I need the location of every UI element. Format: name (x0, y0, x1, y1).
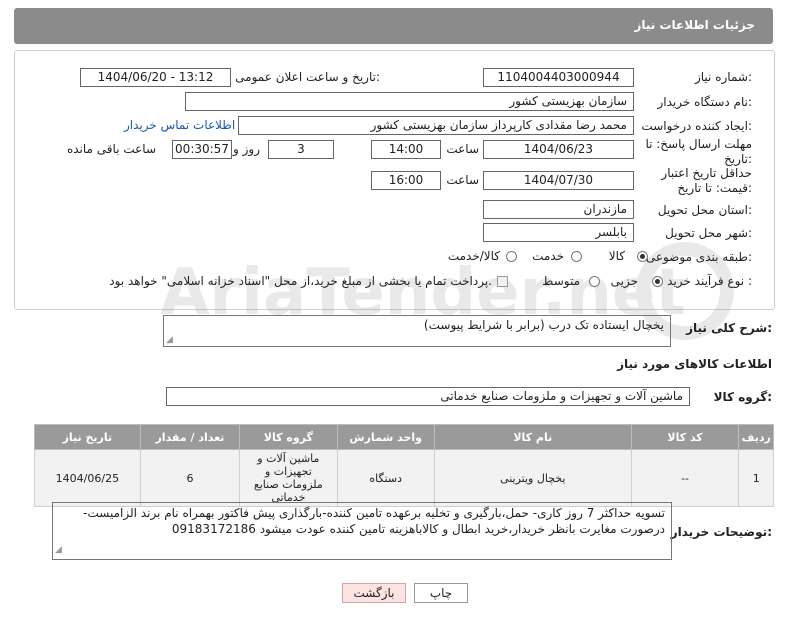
resize-handle-icon: ◢ (166, 335, 173, 345)
reply-time-field: 14:00 (371, 140, 441, 159)
need-number-label: شماره نیاز: (694, 70, 752, 84)
days-field: 3 (268, 140, 334, 159)
col-unit: واحد شمارش (336, 424, 435, 450)
days-label: روز و (233, 142, 260, 156)
price-time-field: 16:00 (371, 171, 441, 190)
need-number-field: 1104004403000944 (483, 68, 634, 87)
reply-date-field: 1404/06/23 (483, 140, 634, 159)
table-row: 1 -- یخچال ویترینی دستگاه ماشین آلات و ت… (34, 449, 774, 507)
category-radio-service[interactable] (571, 251, 582, 262)
buyer-org-label: نام دستگاه خریدار: (657, 95, 753, 109)
cell-code: -- (630, 449, 740, 507)
buyer-notes-label: توضیحات خریدار: (670, 525, 772, 539)
treasury-payment-note: پرداخت تمام یا بخشی از مبلغ خرید،از محل … (109, 274, 492, 288)
process-radio-medium[interactable] (589, 276, 600, 287)
category-option-goods-service: کالا/خدمت (447, 249, 500, 263)
summary-field: یخچال ایستاده تک درب (برابر با شرایط پیو… (163, 315, 671, 347)
announce-label: تاریخ و ساعت اعلان عمومی: (235, 70, 380, 84)
process-radio-small[interactable] (652, 276, 663, 287)
goods-group-field: ماشین آلات و تجهیزات و ملزومات صنایع خدم… (166, 387, 690, 406)
buyer-notes-text: تسویه حداکثر 7 روز کاری- حمل،بارگیری و ت… (83, 506, 665, 536)
page-header: جزئیات اطلاعات نیاز (14, 8, 773, 44)
col-qty: تعداد / مقدار (139, 424, 241, 450)
province-label: استان محل تحویل: (657, 203, 752, 217)
category-radio-goods-service[interactable] (506, 251, 517, 262)
price-date-field: 1404/07/30 (483, 171, 634, 190)
cell-name: یخچال ویترینی (433, 449, 632, 507)
table-header-row: ردیف کد کالا نام کالا واحد شمارش گروه کا… (34, 424, 774, 450)
col-code: کد کالا (630, 424, 740, 450)
reply-deadline-label: مهلت ارسال پاسخ: تا تاریخ: (645, 137, 752, 166)
price-deadline-label: حداقل تاریخ اعتبار قیمت: تا تاریخ: (661, 166, 752, 195)
buyer-notes-field: تسویه حداکثر 7 روز کاری- حمل،بارگیری و ت… (52, 502, 672, 560)
cell-date: 1404/06/25 (34, 449, 141, 507)
col-name: نام کالا (433, 424, 632, 450)
summary-label: شرح کلی نیاز: (686, 321, 772, 335)
price-time-label: ساعت (446, 173, 479, 187)
goods-info-title: اطلاعات کالاهای مورد نیاز (617, 357, 772, 371)
category-radio-goods[interactable] (637, 251, 648, 262)
buyer-contact-link[interactable]: اطلاعات تماس خریدار (124, 118, 235, 132)
print-button[interactable]: چاپ (414, 583, 468, 603)
col-date: تاریخ نیاز (34, 424, 141, 450)
page-title: جزئیات اطلاعات نیاز (634, 18, 755, 32)
category-option-service: خدمت (532, 249, 564, 263)
cell-row: 1 (738, 449, 774, 507)
back-button[interactable]: بازگشت (342, 583, 406, 603)
category-option-goods: کالا (608, 249, 625, 263)
summary-text: یخچال ایستاده تک درب (برابر با شرایط پیو… (423, 318, 664, 332)
city-label: شهر محل تحویل: (665, 226, 752, 240)
remaining-label: ساعت باقی مانده (66, 142, 156, 156)
creator-label: ایجاد کننده درخواست: (641, 119, 752, 133)
process-label: نوع فرآیند خرید : (667, 274, 752, 288)
col-row: ردیف (738, 424, 774, 450)
province-field: مازندران (483, 200, 634, 219)
remaining-time-field: 00:30:57 (172, 140, 232, 159)
process-option-medium: متوسط (542, 274, 580, 288)
col-group: گروه کالا (239, 424, 338, 450)
announce-field: 1404/06/20 - 13:12 (80, 68, 231, 87)
treasury-payment-checkbox[interactable] (497, 276, 508, 287)
category-label: طبقه بندی موضوعی: (645, 250, 752, 264)
cell-qty: 6 (139, 449, 241, 507)
creator-field: محمد رضا مقدادی کارپرداز سازمان بهزیستی … (238, 116, 634, 135)
cell-group: ماشین آلات و تجهیزات و ملزومات صنایع خدم… (239, 449, 338, 507)
cell-unit: دستگاه (336, 449, 435, 507)
goods-group-label: گروه کالا: (713, 390, 772, 404)
process-option-small: جزیی (610, 274, 638, 288)
buyer-org-field: سازمان بهزیستی کشور (185, 92, 634, 111)
city-field: بابلسر (483, 223, 634, 242)
resize-handle-icon: ◢ (55, 545, 62, 555)
reply-time-label: ساعت (446, 142, 479, 156)
goods-table: ردیف کد کالا نام کالا واحد شمارش گروه کا… (34, 424, 774, 507)
